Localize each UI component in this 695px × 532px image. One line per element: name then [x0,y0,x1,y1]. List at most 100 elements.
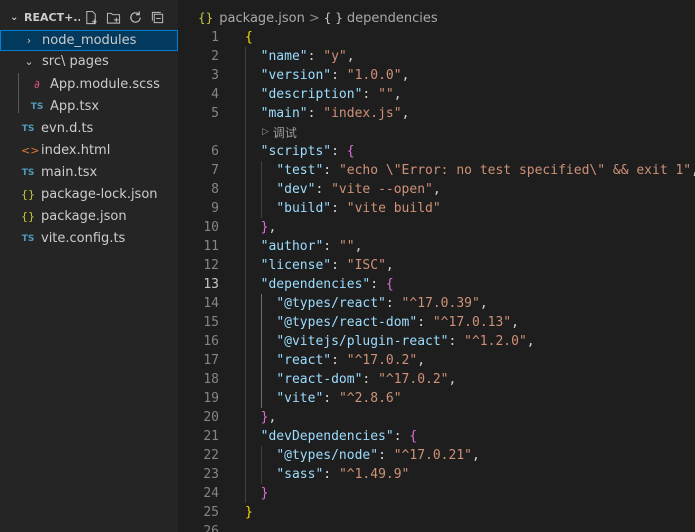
tree-item-package-json[interactable]: {} package.json [0,206,178,227]
code-line[interactable]: 24 } [178,484,695,503]
refresh-icon[interactable] [128,10,143,25]
new-folder-icon[interactable] [106,10,121,25]
scss-icon: ∂ [34,78,40,91]
tree-item-main-tsx[interactable]: TS main.tsx [0,162,178,183]
tree-item-app-tsx[interactable]: TS App.tsx [0,96,178,117]
json-icon: {} [198,11,214,25]
tree-item-package-lock-json[interactable]: {} package-lock.json [0,184,178,205]
code-line[interactable]: 14 "@types/react": "^17.0.39", [178,294,695,313]
code-token: "scripts" [260,144,332,159]
tree-item-index-html[interactable]: <> index.html [0,140,178,161]
chevron-right-icon: > [308,10,320,26]
code-token: : [307,49,324,64]
code-token: "index.js" [323,106,402,121]
code-line[interactable]: 13 "dependencies": { [178,275,695,294]
code-token: "^2.8.6" [338,391,402,406]
tree-item-node-modules[interactable]: › node_modules [0,30,178,51]
code-line[interactable]: 9 "build": "vite build" [178,199,695,218]
code-text: "@types/node": "^17.0.21", [245,446,480,465]
code-text: "test": "echo \"Error: no test specified… [245,161,695,180]
code-line[interactable]: 22 "@types/node": "^17.0.21", [178,446,695,465]
line-number: 2 [211,49,219,64]
code-token: , [691,163,695,178]
tree-item-evn-d-ts[interactable]: TS evn.d.ts [0,118,178,139]
tree-item-label: evn.d.ts [41,121,94,136]
code-token: "sass" [276,467,324,482]
code-token: "y" [323,49,347,64]
explorer-sidebar: ⌄ REACT+... › node_modules ⌄ src\ pages … [0,0,178,532]
code-text: "@types/react-dom": "^17.0.13", [245,313,519,332]
code-line[interactable]: 10 }, [178,218,695,237]
code-token: , [401,106,410,121]
tree-item-app-module-scss[interactable]: ∂ App.module.scss [0,74,178,95]
tree-item-vite-config-ts[interactable]: TS vite.config.ts [0,228,178,249]
code-token: "@types/node" [276,448,379,463]
line-number: 10 [203,220,219,235]
code-line[interactable]: 17 "react": "^17.0.2", [178,351,695,370]
tree-item-label: src\ pages [42,54,109,69]
line-number: 7 [211,163,219,178]
workspace-title[interactable]: REACT+... [24,11,80,24]
breadcrumb: {} package.json > { } dependencies [198,8,438,28]
breadcrumb-section[interactable]: dependencies [347,11,438,26]
line-number: 9 [211,201,219,216]
code-token: : [307,106,324,121]
code-line[interactable]: 2 "name": "y", [178,47,695,66]
code-line[interactable]: 4 "description": "", [178,85,695,104]
code-line[interactable]: 25} [178,503,695,522]
code-line[interactable]: 26 [178,522,695,532]
collapse-all-icon[interactable] [150,10,165,25]
line-number: 11 [203,239,219,254]
line-number: 4 [211,87,219,102]
code-token: "author" [260,239,324,254]
code-line[interactable]: 3 "version": "1.0.0", [178,66,695,85]
tree-item-src-pages[interactable]: ⌄ src\ pages [0,51,178,72]
vscode-window: ⌄ REACT+... › node_modules ⌄ src\ pages … [0,0,695,532]
code-line[interactable]: 20 }, [178,408,695,427]
new-file-icon[interactable] [84,10,99,25]
code-token: , [448,372,457,387]
code-token: "" [378,87,394,102]
play-icon: ▷ [262,127,269,137]
code-line[interactable]: 11 "author": "", [178,237,695,256]
editor-pane: {} package.json > { } dependencies ▷ 调试 … [178,0,695,532]
breadcrumb-file[interactable]: package.json [219,11,305,26]
code-token: "name" [260,49,308,64]
code-text: "license": "ISC", [245,256,394,275]
code-token: : [417,315,433,330]
code-text: "author": "", [245,237,363,256]
line-number: 24 [203,486,219,501]
code-line[interactable]: 12 "license": "ISC", [178,256,695,275]
code-token: "main" [260,106,308,121]
code-token: : [331,68,347,83]
code-token: "@types/react-dom" [276,315,418,330]
chevron-down-icon[interactable]: ⌄ [10,12,20,23]
explorer-header[interactable]: ⌄ REACT+... [0,7,178,27]
code-token: , [385,258,394,273]
code-line[interactable]: 18 "react-dom": "^17.0.2", [178,370,695,389]
code-token: { [245,30,253,45]
code-token: "react" [276,353,332,368]
code-line[interactable]: 15 "@types/react-dom": "^17.0.13", [178,313,695,332]
code-line[interactable]: 19 "vite": "^2.8.6" [178,389,695,408]
code-line[interactable]: 7 "test": "echo \"Error: no test specifi… [178,161,695,180]
code-token: "dependencies" [260,277,371,292]
line-number: 17 [203,353,219,368]
code-line[interactable]: 16 "@vitejs/plugin-react": "^1.2.0", [178,332,695,351]
code-line[interactable]: 21 "devDependencies": { [178,427,695,446]
code-text: "description": "", [245,85,402,104]
code-line[interactable]: 8 "dev": "vite --open", [178,180,695,199]
code-line[interactable]: 5 "main": "index.js", [178,104,695,123]
code-line[interactable]: 1{ [178,28,695,47]
codelens-debug[interactable]: ▷ 调试 [262,123,297,141]
code-line[interactable]: 6 "scripts": { [178,142,695,161]
code-line[interactable]: 23 "sass": "^1.49.9" [178,465,695,484]
code-text: "vite": "^2.8.6" [245,389,402,408]
code-token: , [432,182,441,197]
